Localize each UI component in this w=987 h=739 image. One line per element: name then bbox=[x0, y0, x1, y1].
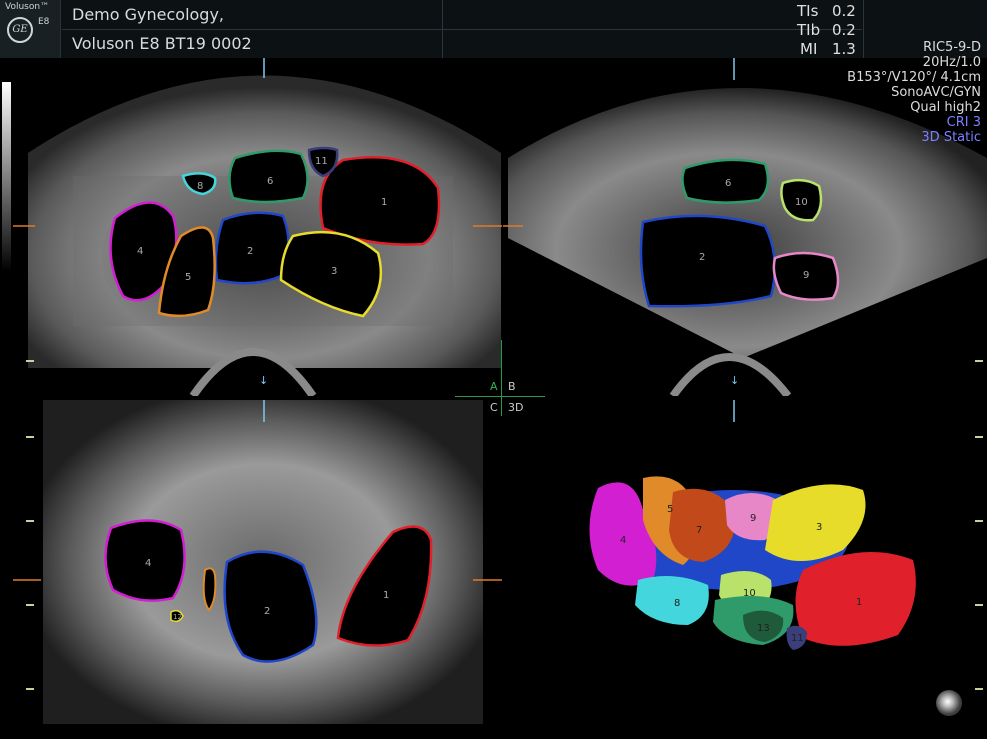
depth-tick bbox=[975, 520, 983, 522]
quadrant-divider bbox=[455, 396, 545, 397]
follicle-label: 4 bbox=[137, 246, 143, 257]
depth-tick bbox=[975, 360, 983, 362]
header-bar: Voluson™ GE E8 Demo Gynecology, Voluson … bbox=[0, 0, 987, 58]
depth-tick bbox=[975, 604, 983, 606]
cri-info: CRI 3 bbox=[946, 115, 981, 130]
ge-logo-icon: GE bbox=[7, 17, 33, 43]
tis-value: 0.2 bbox=[832, 2, 856, 20]
follicle-label: 3 bbox=[331, 266, 337, 277]
follicle-label: 10 bbox=[795, 197, 808, 208]
brand-name: Voluson™ bbox=[5, 2, 50, 12]
follicle-label: 9 bbox=[803, 270, 809, 281]
grayscale-bar bbox=[2, 82, 11, 272]
tib-value: 0.2 bbox=[832, 21, 856, 39]
depth-tick bbox=[26, 688, 34, 690]
follicle-label: 11 bbox=[791, 633, 804, 644]
follicle-label: 13 bbox=[757, 623, 770, 634]
follicle-8-volume bbox=[635, 576, 709, 625]
follicle-label: 2 bbox=[247, 246, 253, 257]
frame-rate-info: 20Hz/1.0 bbox=[922, 55, 981, 70]
depth-tick bbox=[26, 604, 34, 606]
quadrant-a-label[interactable]: A bbox=[490, 380, 498, 393]
mode-info: 3D Static bbox=[921, 130, 981, 145]
tis-label: TIs bbox=[797, 2, 819, 20]
program-info: SonoAVC/GYN bbox=[891, 85, 981, 100]
light-source-icon[interactable] bbox=[936, 690, 962, 716]
follicle-1-outline bbox=[319, 156, 441, 246]
follicle-label: 11 bbox=[315, 156, 328, 167]
probe-id: Voluson E8 BT19 0002 bbox=[72, 34, 252, 53]
follicle-label: 1 bbox=[856, 597, 862, 608]
panel-3d-render[interactable]: 1 3 4 5 7 8 9 10 11 13 bbox=[503, 400, 987, 724]
header-divider bbox=[442, 0, 443, 58]
follicle-label: 8 bbox=[674, 598, 680, 609]
follicle-label: 1 bbox=[381, 197, 387, 208]
depth-tick bbox=[26, 520, 34, 522]
header-divider bbox=[62, 29, 862, 30]
panel-c-view[interactable]: 4 2 1 12 bbox=[13, 400, 502, 724]
follicle-label: 8 bbox=[197, 181, 203, 192]
follicle-label: 2 bbox=[264, 606, 270, 617]
mi-label: MI bbox=[800, 40, 818, 58]
follicle-label: 4 bbox=[145, 558, 151, 569]
depth-tick bbox=[26, 436, 34, 438]
down-arrow-icon: ↓ bbox=[730, 374, 740, 387]
probe-info: RIC5-9-D bbox=[923, 40, 981, 55]
volume-angle-info: B153°/V120°/ 4.1cm bbox=[847, 70, 981, 85]
follicle-2-outline bbox=[223, 550, 318, 663]
patient-name: Demo Gynecology, bbox=[72, 5, 225, 24]
follicle-label: 6 bbox=[267, 176, 273, 187]
follicle-label: 3 bbox=[816, 522, 822, 533]
quadrant-3d-label[interactable]: 3D bbox=[508, 401, 523, 414]
depth-tick bbox=[975, 436, 983, 438]
acquisition-info: RIC5-9-D 20Hz/1.0 B153°/V120°/ 4.1cm Son… bbox=[847, 40, 981, 145]
follicle-label: 4 bbox=[620, 535, 626, 546]
depth-tick bbox=[975, 688, 983, 690]
brand-model: E8 bbox=[38, 17, 50, 27]
follicle-label: 7 bbox=[696, 525, 702, 536]
vendor-logo-box: Voluson™ GE E8 bbox=[0, 0, 61, 58]
follicle-label: 5 bbox=[185, 272, 191, 283]
follicle-label: 5 bbox=[667, 504, 673, 515]
down-arrow-icon: ↓ bbox=[259, 374, 269, 387]
follicle-label: 10 bbox=[743, 588, 756, 599]
follicle-label: 12 bbox=[173, 613, 182, 621]
depth-tick bbox=[26, 360, 34, 362]
quadrant-b-label[interactable]: B bbox=[508, 380, 516, 393]
quadrant-c-label[interactable]: C bbox=[490, 401, 498, 414]
follicle-label: 2 bbox=[699, 252, 705, 263]
quality-info: Qual high2 bbox=[910, 100, 981, 115]
follicle-label: 6 bbox=[725, 178, 731, 189]
follicle-label: 1 bbox=[383, 590, 389, 601]
follicle-label: 9 bbox=[750, 513, 756, 524]
follicle-2-outline bbox=[639, 214, 777, 308]
quadrant-divider bbox=[501, 340, 502, 416]
tib-label: TIb bbox=[797, 21, 821, 39]
panel-a-view[interactable]: 1 2 3 4 5 6 8 11 bbox=[13, 58, 502, 396]
